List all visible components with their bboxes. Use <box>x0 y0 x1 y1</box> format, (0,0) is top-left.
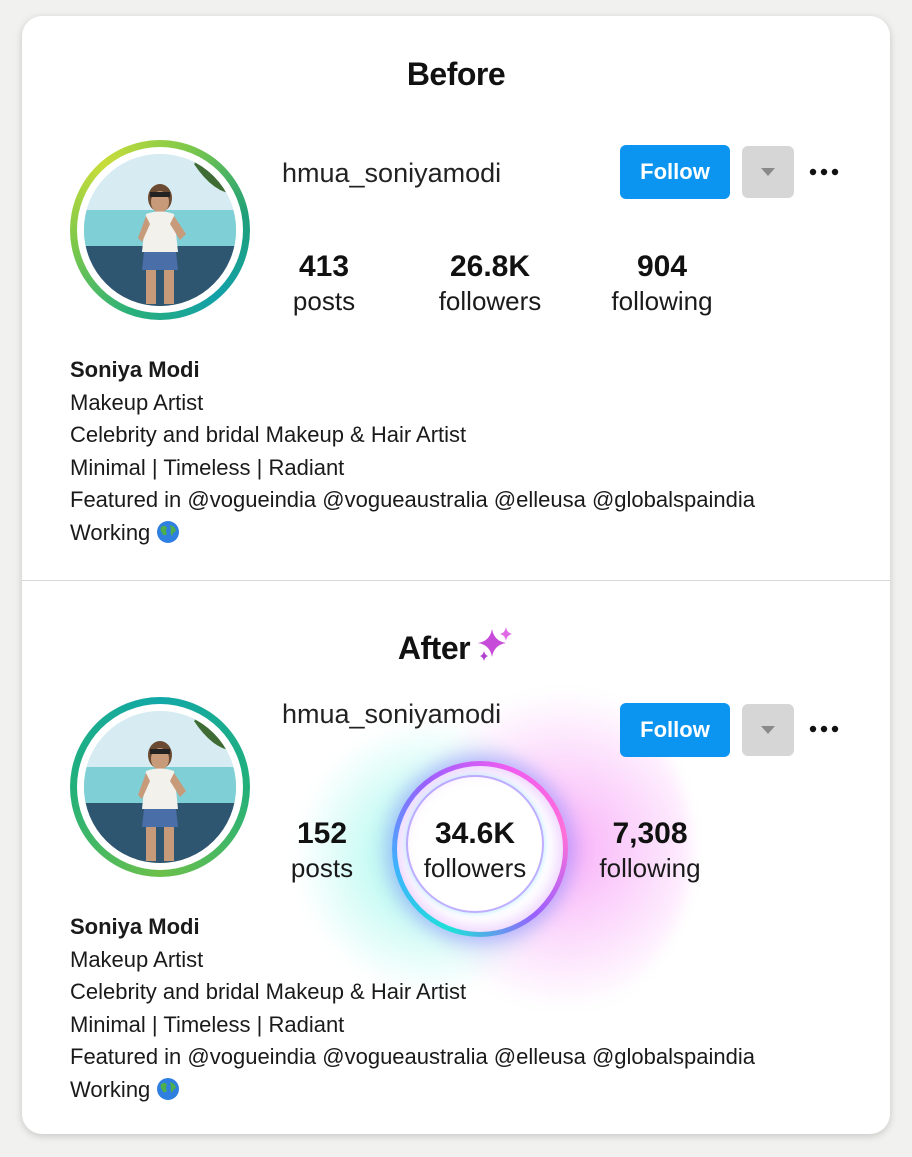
globe-icon <box>157 520 180 543</box>
comparison-card: Before hmua_soniyamodi Follow 413 posts … <box>22 16 890 1134</box>
more-options-icon <box>809 725 839 733</box>
bio-line: Working <box>70 1076 151 1102</box>
bio-line: Celebrity and bridal Makeup & Hair Artis… <box>70 422 467 447</box>
suggested-dropdown-button[interactable] <box>742 704 794 756</box>
stat-followers[interactable]: 34.6K followers <box>407 817 543 885</box>
sparkles-icon <box>478 627 513 661</box>
profile-bio: Soniya Modi Makeup Artist Celebrity and … <box>70 911 870 1106</box>
stat-label: following <box>599 853 701 883</box>
after-title-text: After <box>397 630 471 666</box>
profile-bio: Soniya Modi Makeup Artist Celebrity and … <box>70 354 870 549</box>
more-options-button[interactable] <box>806 162 842 182</box>
bio-line: Featured in @vogueindia @vogueaustralia … <box>70 487 755 512</box>
profile-username[interactable]: hmua_soniyamodi <box>282 699 501 730</box>
before-section: Before hmua_soniyamodi Follow 413 posts … <box>22 16 890 580</box>
profile-username[interactable]: hmua_soniyamodi <box>282 158 501 189</box>
stat-label: followers <box>438 286 542 316</box>
stat-value: 26.8K <box>449 250 531 283</box>
bio-line: Minimal | Timeless | Radiant <box>70 1011 345 1037</box>
stat-following[interactable]: 7,308 following <box>588 817 712 885</box>
stat-value: 7,308 <box>612 817 688 850</box>
profile-avatar[interactable] <box>70 140 250 320</box>
stat-label: posts <box>292 286 356 316</box>
stat-label: followers <box>423 853 527 883</box>
after-section: After hmua_soniyamodi Follow 152 posts 3… <box>22 581 890 1134</box>
stat-label: following <box>611 286 713 316</box>
bio-line: Celebrity and bridal Makeup & Hair Artis… <box>70 979 467 1004</box>
stat-following[interactable]: 904 following <box>600 250 724 318</box>
profile-photo <box>84 711 236 863</box>
stat-posts[interactable]: 152 posts <box>272 817 372 885</box>
stat-followers[interactable]: 26.8K followers <box>422 250 558 318</box>
suggested-dropdown-button[interactable] <box>742 146 794 198</box>
bio-line: Makeup Artist <box>70 389 204 415</box>
bio-name: Soniya Modi <box>70 914 200 939</box>
follow-button[interactable]: Follow <box>620 703 730 757</box>
more-options-icon <box>809 168 839 176</box>
bio-line-working: Working <box>70 517 870 550</box>
profile-avatar[interactable] <box>70 697 250 877</box>
stat-value: 152 <box>296 817 348 850</box>
stat-posts[interactable]: 413 posts <box>274 250 374 318</box>
globe-icon <box>157 1077 180 1100</box>
profile-photo <box>84 154 236 306</box>
before-title: Before <box>406 56 506 92</box>
bio-name: Soniya Modi <box>70 357 200 382</box>
chevron-down-icon <box>761 726 775 734</box>
bio-line: Makeup Artist <box>70 946 204 972</box>
stat-value: 413 <box>298 250 350 283</box>
bio-line-working: Working <box>70 1074 870 1107</box>
bio-line: Featured in @vogueindia @vogueaustralia … <box>70 1044 755 1069</box>
more-options-button[interactable] <box>806 719 842 739</box>
bio-line: Working <box>70 519 151 545</box>
stat-value: 34.6K <box>434 817 516 850</box>
chevron-down-icon <box>761 168 775 176</box>
bio-line: Minimal | Timeless | Radiant <box>70 454 345 480</box>
follow-button[interactable]: Follow <box>620 145 730 199</box>
stat-label: posts <box>290 853 354 883</box>
after-title: After <box>22 625 890 667</box>
stat-value: 904 <box>636 250 688 283</box>
